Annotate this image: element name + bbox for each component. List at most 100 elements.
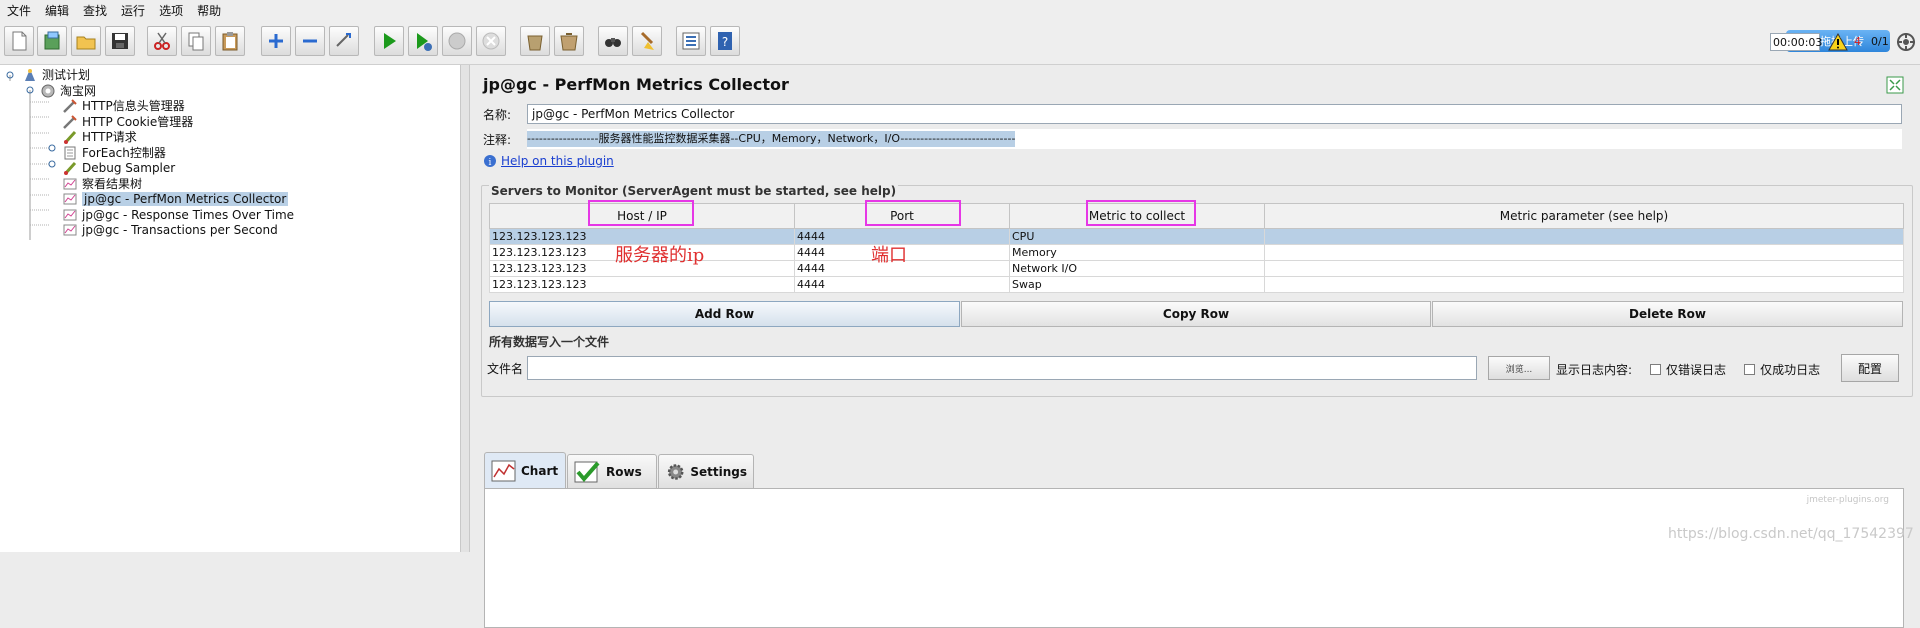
- help-button[interactable]: ?: [710, 26, 740, 56]
- warning-count: 4: [1854, 35, 1861, 48]
- success-only-checkbox[interactable]: [1744, 364, 1756, 375]
- tab-settings[interactable]: Settings: [658, 454, 754, 488]
- copy-icon: [188, 32, 204, 51]
- tab-rows[interactable]: Rows: [567, 454, 657, 488]
- sampler-icon: [63, 130, 77, 144]
- collapse-icon: [303, 39, 317, 43]
- tree-item-label: 测试计划: [42, 68, 91, 82]
- errors-only-checkbox[interactable]: [1650, 364, 1662, 375]
- new-file-icon: [12, 31, 27, 51]
- copy-button[interactable]: [181, 26, 211, 56]
- collapse-all-button[interactable]: [295, 26, 325, 56]
- stop-button[interactable]: [442, 26, 472, 56]
- start-button[interactable]: [374, 26, 404, 56]
- reset-search-icon: [640, 31, 654, 50]
- listener-icon: [63, 224, 77, 235]
- tree-item-label: Debug Sampler: [82, 160, 176, 175]
- delete-row-button[interactable]: Delete Row: [1432, 301, 1903, 327]
- new-file-button[interactable]: [4, 26, 34, 56]
- tree-item-http-request[interactable]: HTTP请求: [62, 128, 137, 145]
- toggle-button[interactable]: [329, 26, 359, 56]
- shutdown-button[interactable]: [476, 26, 506, 56]
- clear-all-button[interactable]: [554, 26, 584, 56]
- tab-chart[interactable]: Chart: [484, 452, 566, 488]
- search-button[interactable]: [598, 26, 628, 56]
- name-label: 名称:: [483, 107, 512, 122]
- plugin-watermark: jmeter-plugins.org: [1806, 495, 1889, 505]
- chart-area: jmeter-plugins.org: [484, 488, 1904, 628]
- host-highlight-box: [588, 200, 694, 226]
- sampler-icon: [63, 161, 77, 175]
- wrench-icon: [63, 98, 77, 113]
- test-plan-icon: [25, 68, 35, 81]
- comment-row: 注释: ------------------服务器性能监控数据采集器--CPU，…: [483, 129, 1902, 149]
- info-icon: i: [484, 155, 496, 168]
- tree-item-perfmon-collector[interactable]: jp@gc - PerfMon Metrics Collector: [62, 190, 289, 207]
- name-input[interactable]: jp@gc - PerfMon Metrics Collector: [527, 104, 1902, 124]
- expand-icon: [269, 34, 283, 48]
- reset-search-button[interactable]: [632, 26, 662, 56]
- port-highlight-box: [865, 200, 961, 226]
- tree-item-test-plan[interactable]: 测试计划: [22, 66, 90, 83]
- metric-cell[interactable]: Network I/O: [1009, 260, 1265, 277]
- parameter-cell[interactable]: [1264, 228, 1904, 245]
- menu-search[interactable]: 查找: [76, 2, 114, 19]
- save-icon: [112, 33, 128, 49]
- start-no-pause-button[interactable]: [408, 26, 438, 56]
- cut-button[interactable]: [147, 26, 177, 56]
- parameter-cell[interactable]: [1264, 260, 1904, 277]
- column-header-parameter[interactable]: Metric parameter (see help): [1264, 203, 1904, 229]
- metric-cell[interactable]: Swap: [1009, 276, 1265, 293]
- metric-cell[interactable]: Memory: [1009, 244, 1265, 261]
- templates-icon: [44, 31, 60, 50]
- remote-status-icon[interactable]: [1896, 32, 1916, 52]
- function-helper-icon: [682, 32, 700, 50]
- menu-help[interactable]: 帮助: [190, 2, 228, 19]
- comment-input[interactable]: ------------------服务器性能监控数据采集器--CPU，Memo…: [527, 129, 1902, 149]
- elapsed-timer: 00:00:03: [1770, 33, 1822, 51]
- tree-item-transactions-per-second[interactable]: jp@gc - Transactions per Second: [62, 221, 278, 238]
- configure-button[interactable]: 配置: [1841, 354, 1899, 382]
- warning-icon: [1828, 33, 1848, 51]
- filename-input[interactable]: [527, 356, 1477, 380]
- start-no-pause-icon: [417, 33, 432, 51]
- parameter-cell[interactable]: [1264, 244, 1904, 261]
- table-row[interactable]: 123.123.123.123 4444 Swap: [489, 276, 1904, 293]
- menu-bar: 文件 编辑 查找 运行 选项 帮助: [0, 0, 1920, 20]
- menu-file[interactable]: 文件: [0, 2, 38, 19]
- tree-item-header-manager[interactable]: HTTP信息头管理器: [62, 97, 185, 114]
- copy-row-button[interactable]: Copy Row: [961, 301, 1431, 327]
- browse-button[interactable]: 浏览...: [1488, 356, 1550, 380]
- tab-label: Settings: [690, 464, 747, 479]
- tree-item-debug-sampler[interactable]: Debug Sampler: [62, 159, 175, 176]
- tab-label: Rows: [606, 464, 642, 479]
- clear-button[interactable]: [520, 26, 550, 56]
- gear-icon: [667, 463, 684, 480]
- templates-button[interactable]: [37, 26, 67, 56]
- add-row-button[interactable]: Add Row: [489, 301, 960, 327]
- open-button[interactable]: [71, 26, 101, 56]
- help-row: i Help on this plugin: [483, 154, 614, 168]
- pane-splitter[interactable]: [460, 65, 470, 552]
- save-button[interactable]: [105, 26, 135, 56]
- open-icon: [76, 36, 96, 50]
- menu-options[interactable]: 选项: [152, 2, 190, 19]
- host-cell[interactable]: 123.123.123.123: [489, 276, 795, 293]
- comment-text: ------------------服务器性能监控数据采集器--CPU，Memo…: [527, 131, 1016, 147]
- expand-all-button[interactable]: [261, 26, 291, 56]
- menu-edit[interactable]: 编辑: [38, 2, 76, 19]
- menu-run[interactable]: 运行: [114, 2, 152, 19]
- name-row: 名称: jp@gc - PerfMon Metrics Collector: [483, 104, 1902, 124]
- servers-group-title: Servers to Monitor (ServerAgent must be …: [489, 184, 899, 198]
- tree-item-label: HTTP信息头管理器: [82, 99, 185, 113]
- maximize-icon[interactable]: [1886, 76, 1904, 94]
- paste-button[interactable]: [215, 26, 245, 56]
- parameter-cell[interactable]: [1264, 276, 1904, 293]
- metric-cell[interactable]: CPU: [1009, 228, 1265, 245]
- port-cell[interactable]: 4444: [794, 276, 1010, 293]
- help-link[interactable]: Help on this plugin: [501, 154, 614, 168]
- ip-annotation: 服务器的ip: [615, 245, 705, 266]
- svg-text:?: ?: [722, 35, 728, 49]
- log-label: 显示日志内容:: [1556, 363, 1633, 377]
- function-helper-button[interactable]: [676, 26, 706, 56]
